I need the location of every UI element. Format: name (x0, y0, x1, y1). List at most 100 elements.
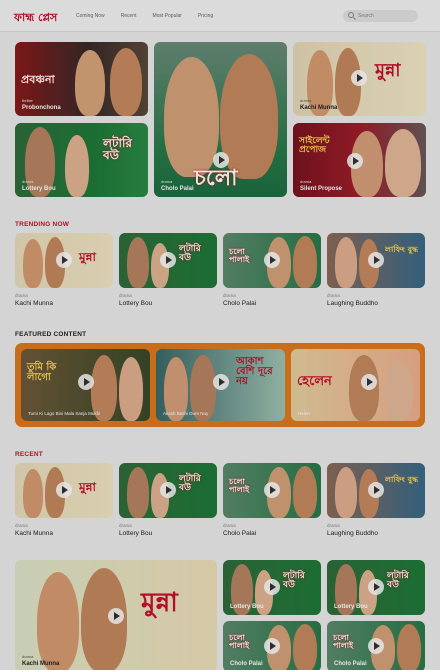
play-icon[interactable] (78, 374, 94, 390)
card-category: drama (223, 293, 236, 298)
site-logo[interactable]: ফাহ্ম প্লেস (14, 9, 57, 28)
play-icon[interactable] (56, 252, 72, 268)
play-icon[interactable] (347, 153, 363, 169)
play-icon[interactable] (56, 482, 72, 498)
play-icon[interactable] (368, 579, 384, 595)
bottom-big-card[interactable]: মুন্না drama Kachi Munna (15, 560, 217, 670)
main-nav: Coming Now Recent Most Popular Pricing (76, 13, 213, 19)
search-box[interactable]: Search (343, 10, 418, 22)
featured-card[interactable]: আকাশ বেশি দূরে নয় Akash Beshi Dure Noy (156, 349, 285, 421)
card-title[interactable]: Laughing Buddho (327, 530, 378, 537)
poster-title-art: মুন্না (375, 60, 401, 81)
search-placeholder: Search (358, 13, 374, 19)
card-meta: drama Lottery Bou (119, 293, 152, 307)
card-category: drama (223, 523, 236, 528)
card-category: drama (161, 179, 173, 184)
poster-title-art: লটারি বউ (387, 571, 409, 590)
play-icon[interactable] (368, 638, 384, 654)
trending-card[interactable]: চলো পালাই (223, 233, 321, 288)
nav-most-popular[interactable]: Most Popular (152, 13, 181, 19)
card-category: thriller (22, 98, 33, 103)
poster-figure (119, 357, 143, 421)
recent-card[interactable]: মুন্না (15, 463, 113, 518)
trending-card[interactable]: লটারি বউ (119, 233, 217, 288)
play-icon[interactable] (368, 482, 384, 498)
poster-figure (110, 48, 142, 116)
card-title: Tumi Ki Lago Bini Mala Sanja Mukhi (28, 411, 101, 416)
poster-figure (385, 361, 413, 421)
card-title: Lottery Bou (22, 186, 56, 192)
poster-figure (397, 624, 421, 670)
play-icon[interactable] (361, 374, 377, 390)
card-title[interactable]: Lottery Bou (119, 530, 152, 537)
card-title[interactable]: Cholo Palai (223, 300, 256, 307)
hero-card-probonchona[interactable]: প্রবঞ্চনা thriller Probonchona (15, 42, 148, 116)
bottom-small-card[interactable]: লটারি বউ Lottery Bou (327, 560, 425, 615)
bottom-small-card[interactable]: চলো পালাই Cholo Palai (223, 621, 321, 670)
card-title[interactable]: Cholo Palai (223, 530, 256, 537)
hero-card-kachi-munna[interactable]: মুন্না drama Kachi Munna (293, 42, 426, 116)
trending-card[interactable]: লাফিং বুদ্ধ (327, 233, 425, 288)
card-meta: drama Lottery Bou (119, 523, 152, 537)
card-title[interactable]: Lottery Bou (119, 300, 152, 307)
play-icon[interactable] (351, 70, 367, 86)
play-icon[interactable] (108, 608, 124, 624)
poster-figure (293, 236, 317, 288)
card-title[interactable]: Laughing Buddho (327, 300, 378, 307)
top-nav-bar: ফাহ্ম প্লেস Coming Now Recent Most Popul… (0, 0, 440, 32)
poster-title-art: লটারি বউ (283, 571, 305, 590)
card-title[interactable]: Kachi Munna (15, 300, 53, 307)
poster-figure (385, 129, 421, 197)
card-meta: drama Cholo Palai (223, 293, 256, 307)
play-icon[interactable] (160, 482, 176, 498)
play-icon[interactable] (368, 252, 384, 268)
card-category: drama (119, 523, 132, 528)
card-title[interactable]: Kachi Munna (15, 530, 53, 537)
poster-title-art: লটারি বউ (179, 474, 201, 493)
recent-card[interactable]: লাফিং বুদ্ধ (327, 463, 425, 518)
card-category: drama (15, 293, 28, 298)
trending-card[interactable]: মুন্না (15, 233, 113, 288)
hero-card-cholo-palai[interactable]: চলো drama Cholo Palai (154, 42, 287, 197)
nav-recent[interactable]: Recent (121, 13, 137, 19)
nav-coming-now[interactable]: Coming Now (76, 13, 105, 19)
section-title-trending: TRENDING NOW (15, 221, 70, 228)
poster-title-art: মুন্না (79, 250, 96, 264)
card-title: Helen (298, 411, 310, 416)
featured-card[interactable]: হেলেন Helen (291, 349, 420, 421)
card-title: Cholo Palai (334, 661, 367, 667)
nav-pricing[interactable]: Pricing (198, 13, 213, 19)
featured-card[interactable]: তুমি কি লাগো Tumi Ki Lago Bini Mala Sanj… (21, 349, 150, 421)
card-meta: drama Laughing Buddho (327, 523, 378, 537)
poster-figure (65, 135, 89, 197)
card-title: Kachi Munna (22, 661, 60, 667)
card-category: drama (300, 179, 312, 184)
section-title-recent: RECENT (15, 451, 43, 458)
recent-card[interactable]: লটারি বউ (119, 463, 217, 518)
play-icon[interactable] (213, 374, 229, 390)
poster-figure (293, 624, 317, 670)
play-icon[interactable] (264, 638, 280, 654)
poster-title-art: চলো পালাই (229, 476, 250, 494)
play-icon[interactable] (264, 252, 280, 268)
poster-title-art: আকাশ বেশি দূরে নয় (236, 356, 273, 387)
card-meta: drama Kachi Munna (15, 523, 53, 537)
play-icon[interactable] (264, 579, 280, 595)
poster-title-art: লটারি বউ (179, 244, 201, 263)
card-category: drama (327, 293, 340, 298)
poster-figure (127, 237, 149, 288)
hero-card-lottery-bou[interactable]: লটারি বউ drama Lottery Bou (15, 123, 148, 197)
poster-title-art: লটারি বউ (103, 136, 132, 162)
recent-card[interactable]: চলো পালাই (223, 463, 321, 518)
bottom-small-card[interactable]: লটারি বউ Lottery Bou (223, 560, 321, 615)
card-meta: drama Laughing Buddho (327, 293, 378, 307)
card-category: drama (22, 179, 34, 184)
bottom-small-card[interactable]: চলো পালাই Cholo Palai (327, 621, 425, 670)
play-icon[interactable] (160, 252, 176, 268)
poster-title-art: চলো পালাই (229, 632, 250, 650)
hero-card-silent-propose[interactable]: সাইলেন্ট প্রপোজ drama Silent Propose (293, 123, 426, 197)
play-icon[interactable] (264, 482, 280, 498)
poster-figure (23, 239, 43, 288)
card-title: Kachi Munna (300, 105, 338, 111)
poster-title-art: তুমি কি লাগো (27, 362, 57, 383)
